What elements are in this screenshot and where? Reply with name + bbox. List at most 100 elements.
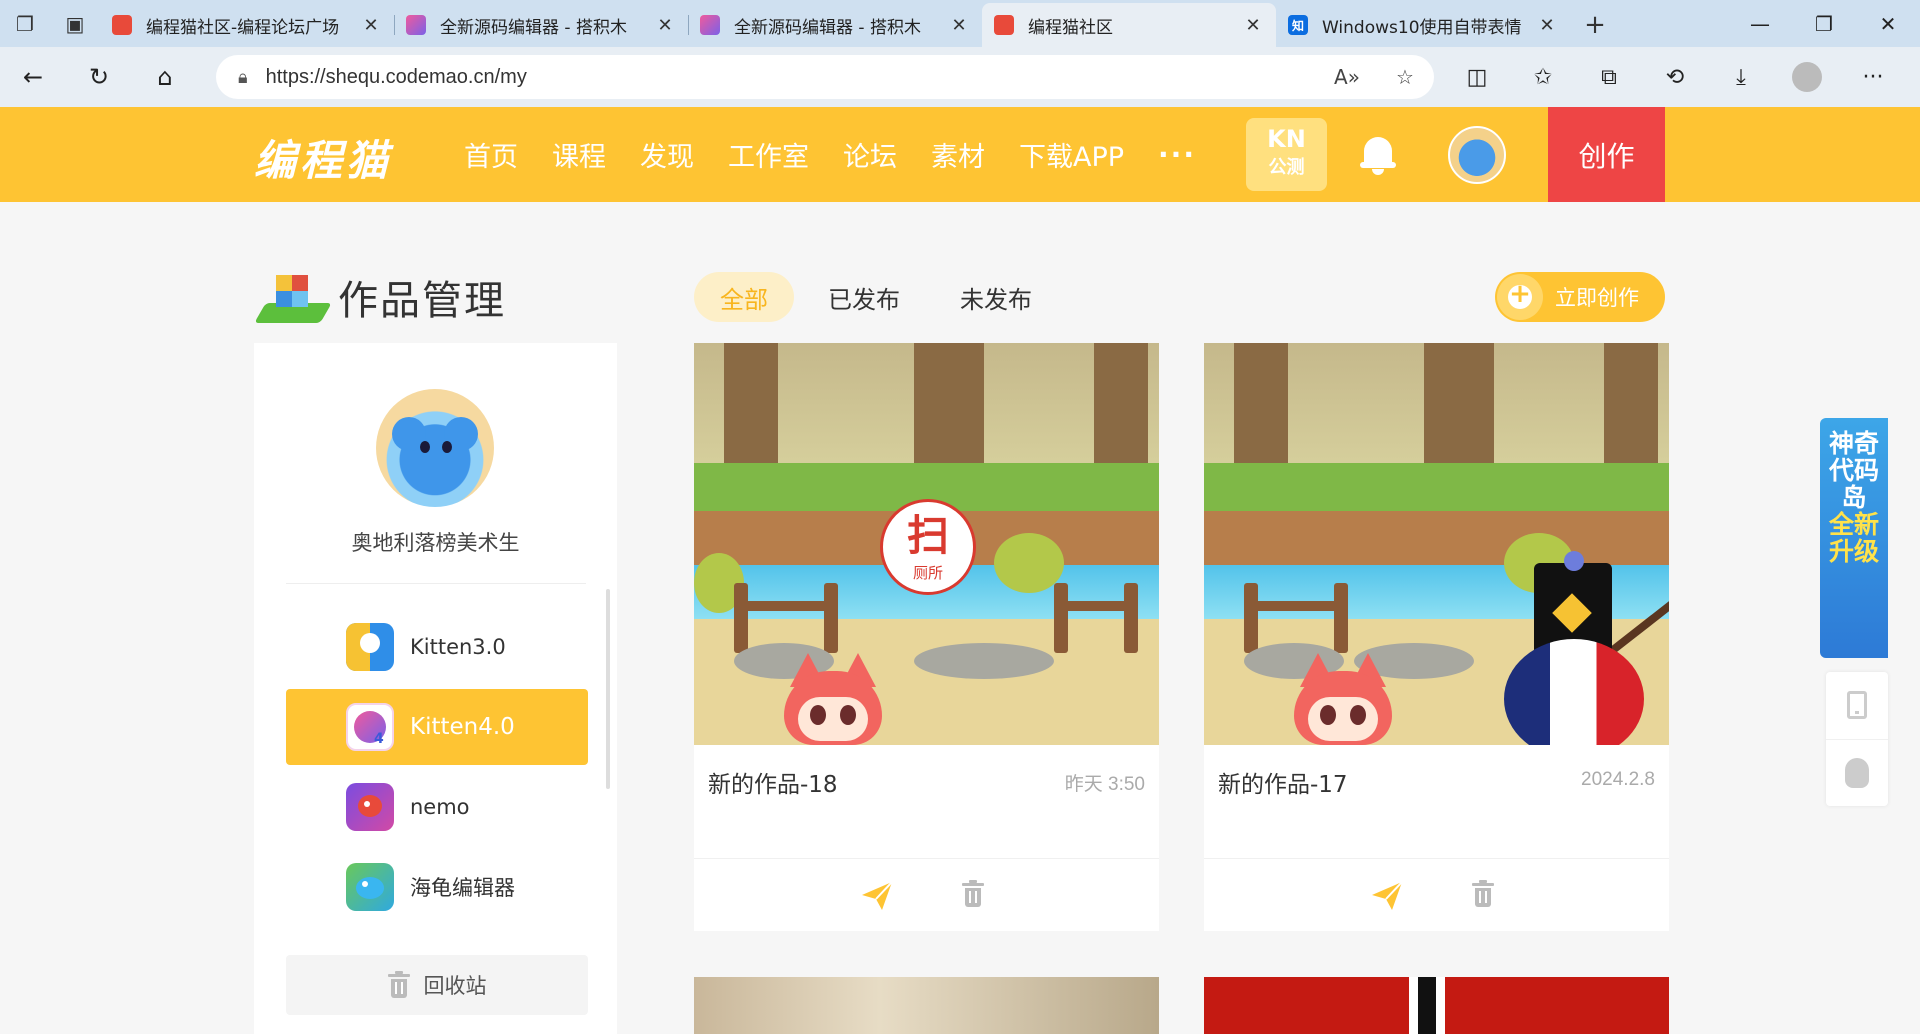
collections-icon[interactable]: ⧉: [1576, 65, 1642, 90]
work-card[interactable]: 新的作品-17 2024.2.8: [1204, 343, 1669, 931]
work-thumbnail[interactable]: [1204, 343, 1669, 745]
work-card-thumbnail-partial[interactable]: [694, 977, 1159, 1034]
kn-beta-badge[interactable]: KN 公测: [1246, 118, 1327, 191]
browser-toolbar: ← ↻ ⌂ 🔒︎ https://shequ.codemao.cn/my A» …: [0, 47, 1920, 107]
codemao-icon: [112, 15, 132, 35]
nav-download-app[interactable]: 下载APP: [1019, 135, 1124, 174]
nav-forum[interactable]: 论坛: [843, 135, 897, 174]
work-title[interactable]: 新的作品-17: [1218, 765, 1348, 799]
sidebar-item-kitten4[interactable]: 4 Kitten4.0: [286, 689, 588, 765]
lock-icon[interactable]: 🔒︎: [238, 67, 248, 88]
sidebar: 奥地利落榜美术生 Kitten3.0 4 Kitten4.0 nemo 海龟编辑…: [254, 343, 617, 1034]
site-header: 编程猫 首页 课程 发现 工作室 论坛 素材 下载APP ··· KN 公测 创…: [0, 107, 1920, 202]
qq-penguin-icon: [1845, 757, 1869, 788]
close-icon[interactable]: ✕: [1536, 15, 1558, 36]
kitten3-icon: [346, 623, 394, 671]
minimize-icon[interactable]: —: [1728, 12, 1792, 36]
create-now-label: 立即创作: [1555, 286, 1639, 310]
tab-title: 编程猫社区-编程论坛广场: [146, 17, 340, 38]
close-icon[interactable]: ✕: [1242, 15, 1264, 36]
sidebar-item-turtle-editor[interactable]: 海龟编辑器: [286, 849, 588, 925]
tab-all[interactable]: 全部: [694, 272, 794, 322]
browser-tab[interactable]: 编程猫社区-编程论坛广场 ✕: [100, 3, 394, 47]
split-screen-icon[interactable]: ◫: [1444, 65, 1510, 90]
create-now-button[interactable]: 立即创作: [1495, 272, 1665, 322]
sidebar-item-label: Kitten3.0: [410, 635, 506, 659]
back-icon[interactable]: ←: [0, 47, 66, 107]
tab-unpublished[interactable]: 未发布: [934, 272, 1058, 322]
trash-icon: [387, 971, 410, 998]
work-thumbnail[interactable]: 扫 厕所: [694, 343, 1159, 745]
codemao-icon: [994, 15, 1014, 35]
banner-line1: 神奇代码岛: [1828, 429, 1879, 512]
favorites-icon[interactable]: ✩: [1510, 65, 1576, 90]
profile-avatar[interactable]: [1792, 62, 1822, 92]
divider: [286, 583, 586, 584]
close-icon[interactable]: ✕: [948, 15, 970, 36]
page-heading: 作品管理: [254, 268, 506, 326]
page-title: 作品管理: [338, 278, 506, 324]
cat-character: [1294, 653, 1392, 745]
browser-tab[interactable]: 全新源码编辑器 - 搭积木 ✕: [688, 3, 982, 47]
banner-line2: 全新升级: [1828, 510, 1879, 566]
browser-tab[interactable]: 全新源码编辑器 - 搭积木 ✕: [394, 3, 688, 47]
work-card-thumbnail-partial[interactable]: [1204, 977, 1669, 1034]
workspaces-icon[interactable]: ❐: [0, 0, 50, 47]
work-actions: [1204, 863, 1669, 929]
browser-tab[interactable]: 知 Windows10使用自带表情 ✕: [1276, 3, 1570, 47]
sidebar-avatar[interactable]: [376, 389, 494, 507]
nav-courses[interactable]: 课程: [552, 135, 606, 174]
cat-character: [784, 653, 882, 745]
publish-paper-plane-icon[interactable]: [860, 879, 894, 913]
tab-title: 全新源码编辑器 - 搭积木: [440, 17, 627, 38]
sidebar-item-kitten3[interactable]: Kitten3.0: [286, 609, 588, 685]
favorite-star-icon[interactable]: ☆: [1376, 65, 1434, 89]
notification-bell-icon[interactable]: [1358, 133, 1398, 177]
tab-published[interactable]: 已发布: [802, 272, 926, 322]
new-tab-icon[interactable]: +: [1570, 3, 1620, 47]
read-aloud-icon[interactable]: A»: [1318, 65, 1376, 89]
rubik-cube-icon: [254, 269, 332, 325]
sidebar-item-label: Kitten4.0: [410, 714, 515, 740]
kn-badge-bottom: 公测: [1268, 157, 1305, 178]
qq-contact-button[interactable]: [1826, 739, 1888, 805]
settings-more-icon[interactable]: ···: [1840, 65, 1906, 90]
history-icon[interactable]: ⟲: [1642, 65, 1708, 90]
countryball-character: [1484, 551, 1669, 745]
tab-actions-icon[interactable]: ▣: [50, 0, 100, 47]
recycle-bin-button[interactable]: 回收站: [286, 955, 588, 1015]
nav-studio[interactable]: 工作室: [728, 135, 809, 174]
sidebar-scrollbar[interactable]: [606, 589, 610, 789]
turtle-editor-icon: [346, 863, 394, 911]
delete-trash-icon[interactable]: [962, 880, 984, 907]
url-text[interactable]: https://shequ.codemao.cn/my: [266, 66, 527, 89]
work-title[interactable]: 新的作品-18: [708, 765, 838, 799]
work-actions: [694, 863, 1159, 929]
nav-discover[interactable]: 发现: [640, 135, 694, 174]
browser-tab-active[interactable]: 编程猫社区 ✕: [982, 3, 1276, 47]
window-close-icon[interactable]: ✕: [1856, 12, 1920, 36]
restore-icon[interactable]: ❐: [1792, 12, 1856, 36]
nav-materials[interactable]: 素材: [931, 135, 985, 174]
sidebar-item-nemo[interactable]: nemo: [286, 769, 588, 845]
tablet-app-button[interactable]: [1826, 672, 1888, 738]
work-card[interactable]: 扫 厕所 新的作品-18 昨天 3:50: [694, 343, 1159, 931]
refresh-icon[interactable]: ↻: [66, 47, 132, 107]
recycle-bin-label: 回收站: [423, 974, 487, 998]
address-bar[interactable]: 🔒︎ https://shequ.codemao.cn/my A» ☆: [216, 55, 1434, 99]
nav-home[interactable]: 首页: [464, 135, 518, 174]
close-icon[interactable]: ✕: [654, 15, 676, 36]
close-icon[interactable]: ✕: [360, 15, 382, 36]
code-island-banner[interactable]: 神奇代码岛 全新升级: [1820, 418, 1888, 658]
work-date: 2024.2.8: [1581, 769, 1655, 790]
create-button[interactable]: 创作: [1548, 107, 1665, 202]
home-icon[interactable]: ⌂: [132, 47, 198, 107]
nav-more-icon[interactable]: ···: [1158, 138, 1196, 171]
tab-title: 全新源码编辑器 - 搭积木: [734, 17, 921, 38]
site-logo[interactable]: 编程猫: [254, 127, 392, 188]
download-icon[interactable]: ⤓: [1708, 65, 1774, 90]
delete-trash-icon[interactable]: [1472, 880, 1494, 907]
user-avatar[interactable]: [1448, 126, 1506, 184]
publish-paper-plane-icon[interactable]: [1370, 879, 1404, 913]
float-toolbar: [1826, 672, 1888, 806]
